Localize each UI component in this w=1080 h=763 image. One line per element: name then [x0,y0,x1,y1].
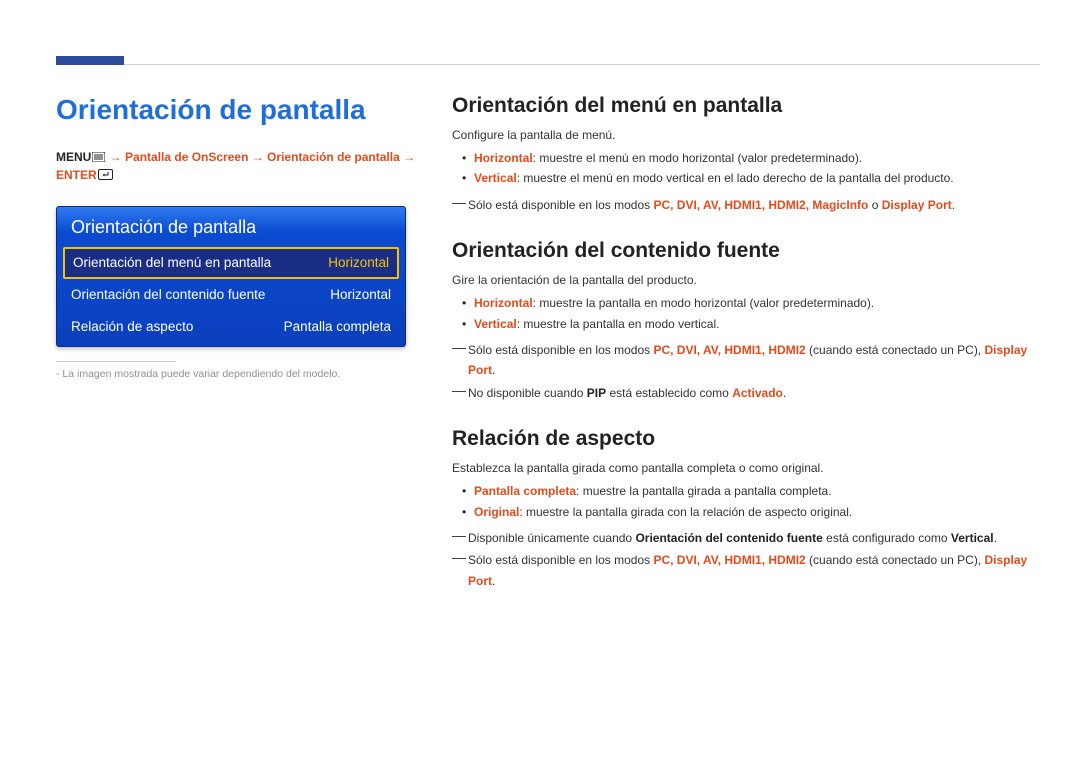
osd-panel: Orientación de pantalla Orientación del … [56,206,406,347]
note-line: Sólo está disponible en los modos PC, DV… [452,195,1040,215]
section-content-orientation: Orientación del contenido fuente Gire la… [452,239,1040,403]
section-heading: Relación de aspecto [452,427,1040,451]
list-item: Vertical: muestre el menú en modo vertic… [474,168,1040,188]
list-item: Horizontal: muestre la pantalla en modo … [474,293,1040,313]
list-item: Pantalla completa: muestre la pantalla g… [474,481,1040,501]
note-line: Sólo está disponible en los modos PC, DV… [452,340,1040,381]
list-item: Horizontal: muestre el menú en modo hori… [474,148,1040,168]
section-intro: Gire la orientación de la pantalla del p… [452,273,1040,287]
option-name: Vertical [474,317,517,331]
osd-row-label: Orientación del contenido fuente [71,287,265,302]
option-desc: : muestre la pantalla girada a pantalla … [576,484,832,498]
bullet-list: Horizontal: muestre el menú en modo hori… [452,148,1040,189]
footnote-dash: - [56,368,60,380]
option-name: Vertical [474,171,517,185]
option-desc: : muestre el menú en modo horizontal (va… [533,151,863,165]
option-desc: : muestre la pantalla en modo horizontal… [533,296,875,310]
osd-row-label: Relación de aspecto [71,319,193,334]
osd-row-content-orientation[interactable]: Orientación del contenido fuente Horizon… [57,279,405,311]
breadcrumb-menu-label: MENU [56,150,91,164]
note-line: No disponible cuando PIP está establecid… [452,383,1040,403]
footnote: - La imagen mostrada puede variar depend… [56,368,426,380]
note-line: Sólo está disponible en los modos PC, DV… [452,550,1040,591]
option-name: Pantalla completa [474,484,576,498]
right-column: Orientación del menú en pantalla Configu… [452,94,1040,615]
list-item: Original: muestre la pantalla girada con… [474,502,1040,522]
page-rule [124,64,1040,65]
section-heading: Orientación del menú en pantalla [452,94,1040,118]
left-column: Orientación de pantalla MENU → Pantalla … [56,94,426,615]
osd-title: Orientación de pantalla [57,207,405,247]
option-desc: : muestre la pantalla girada con la rela… [519,505,852,519]
osd-row-aspect-ratio[interactable]: Relación de aspecto Pantalla completa [57,311,405,346]
option-name: Original [474,505,519,519]
breadcrumb: MENU → Pantalla de OnScreen → Orientació… [56,148,426,184]
section-intro: Establezca la pantalla girada como panta… [452,461,1040,475]
section-menu-orientation: Orientación del menú en pantalla Configu… [452,94,1040,215]
page-title: Orientación de pantalla [56,94,426,126]
option-desc: : muestre el menú en modo vertical en el… [517,171,954,185]
option-name: Horizontal [474,151,533,165]
menu-icon [92,152,105,162]
enter-icon [98,169,113,180]
bullet-list: Horizontal: muestre la pantalla en modo … [452,293,1040,334]
osd-row-value: Pantalla completa [284,319,391,334]
bullet-list: Pantalla completa: muestre la pantalla g… [452,481,1040,522]
osd-row-label: Orientación del menú en pantalla [73,255,271,270]
osd-row-value: Horizontal [330,287,391,302]
page-accent [56,56,124,65]
section-heading: Orientación del contenido fuente [452,239,1040,263]
list-item: Vertical: muestre la pantalla en modo ve… [474,314,1040,334]
option-desc: : muestre la pantalla en modo vertical. [517,317,720,331]
option-name: Horizontal [474,296,533,310]
section-intro: Configure la pantalla de menú. [452,128,1040,142]
osd-row-value: Horizontal [328,255,389,270]
footnote-separator [56,361,176,362]
section-aspect-ratio: Relación de aspecto Establezca la pantal… [452,427,1040,591]
note-line: Disponible únicamente cuando Orientación… [452,528,1040,548]
footnote-text: La imagen mostrada puede variar dependie… [62,368,340,380]
osd-row-menu-orientation[interactable]: Orientación del menú en pantalla Horizon… [63,247,399,279]
